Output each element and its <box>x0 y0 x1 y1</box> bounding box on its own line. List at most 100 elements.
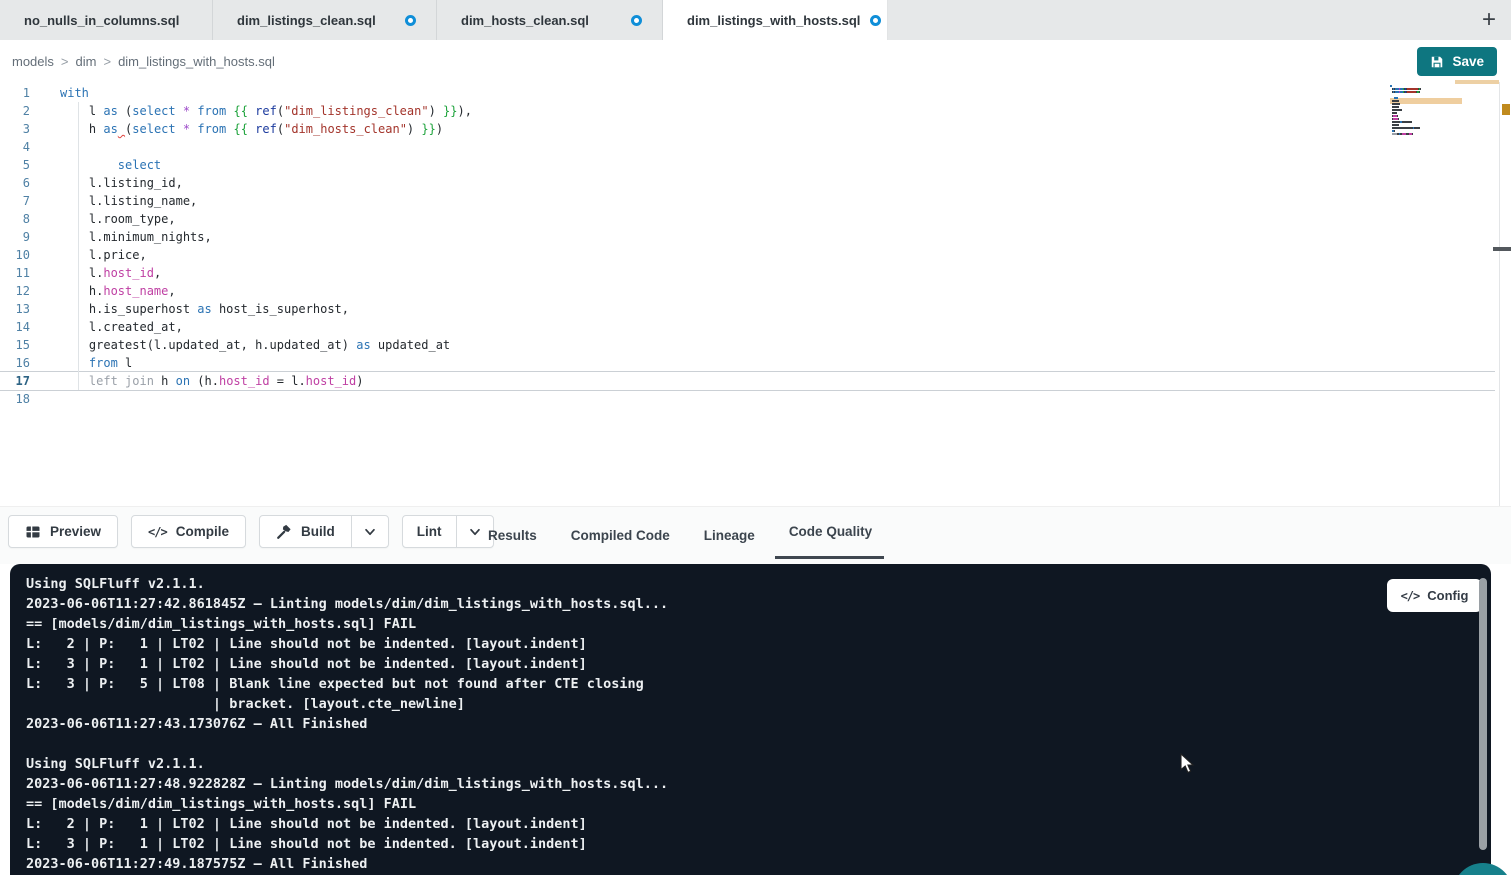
breadcrumb-item-models[interactable]: models <box>12 54 54 69</box>
code-icon: </> <box>148 525 167 539</box>
code-line[interactable]: 6 l.listing_id, <box>0 174 1495 192</box>
code-text: h as (select * from {{ ref("dim_hosts_cl… <box>30 120 443 138</box>
breadcrumb-bar: models > dim > dim_listings_with_hosts.s… <box>0 40 1511 82</box>
code-line[interactable]: 10 l.price, <box>0 246 1495 264</box>
mouse-cursor <box>1180 753 1196 775</box>
minimap-line <box>1390 124 1466 126</box>
breadcrumb-item-dim[interactable]: dim <box>76 54 97 69</box>
minimap-line <box>1390 88 1466 90</box>
line-number: 18 <box>0 390 30 408</box>
save-label: Save <box>1452 54 1484 69</box>
terminal-line: 2023-06-06T11:27:42.861845Z — Linting mo… <box>26 594 1491 614</box>
code-line[interactable]: 16 from l <box>0 354 1495 372</box>
code-rows: 1with2 l as (select * from {{ ref("dim_l… <box>0 84 1511 408</box>
code-line[interactable]: 2 l as (select * from {{ ref("dim_listin… <box>0 102 1495 120</box>
code-line[interactable]: 7 l.listing_name, <box>0 192 1495 210</box>
code-text: l.listing_name, <box>30 192 197 210</box>
file-tab-dim-listings-clean[interactable]: dim_listings_clean.sql <box>213 0 437 40</box>
terminal-line: L: 2 | P: 1 | LT02 | Line should not be … <box>26 814 1491 834</box>
tab-code-quality[interactable]: Code Quality <box>789 524 872 539</box>
line-number: 9 <box>0 228 30 246</box>
lint-button[interactable]: Lint <box>402 515 494 548</box>
code-line[interactable]: 11 l.host_id, <box>0 264 1495 282</box>
minimap-line <box>1390 130 1466 132</box>
code-line[interactable]: 13 h.is_superhost as host_is_superhost, <box>0 300 1495 318</box>
code-text: l.price, <box>30 246 147 264</box>
code-line[interactable]: 1with <box>0 84 1495 102</box>
file-tab-dim-listings-with-hosts[interactable]: dim_listings_with_hosts.sql <box>663 0 888 40</box>
preview-button[interactable]: Preview <box>8 515 118 548</box>
compile-button[interactable]: </> Compile <box>131 515 246 548</box>
minimap-line <box>1390 94 1466 96</box>
code-line[interactable]: 8 l.room_type, <box>0 210 1495 228</box>
code-line[interactable]: 9 l.minimum_nights, <box>0 228 1495 246</box>
line-number: 5 <box>0 156 30 174</box>
terminal-line: Using SQLFluff v2.1.1. <box>26 574 1491 594</box>
minimap-line <box>1390 115 1466 117</box>
file-tab-label: dim_hosts_clean.sql <box>461 13 589 28</box>
line-number: 2 <box>0 102 30 120</box>
code-line[interactable]: 12 h.host_name, <box>0 282 1495 300</box>
line-number: 12 <box>0 282 30 300</box>
code-text: h.host_name, <box>30 282 176 300</box>
file-tab-no-nulls-in-columns[interactable]: no_nulls_in_columns.sql <box>0 0 213 40</box>
file-tab-bar: no_nulls_in_columns.sql dim_listings_cle… <box>0 0 1511 40</box>
preview-label: Preview <box>50 524 101 539</box>
compile-label: Compile <box>176 524 229 539</box>
code-text: greatest(l.updated_at, h.updated_at) as … <box>30 336 450 354</box>
code-text: from l <box>30 354 132 372</box>
code-icon: </> <box>1401 589 1420 603</box>
scrollbar-thumb[interactable] <box>1493 247 1511 251</box>
line-number: 6 <box>0 174 30 192</box>
lint-dropdown-button[interactable] <box>456 516 493 547</box>
line-number: 16 <box>0 354 30 372</box>
build-dropdown-button[interactable] <box>351 516 388 547</box>
code-line[interactable]: 14 l.created_at, <box>0 318 1495 336</box>
code-text: select <box>30 156 161 174</box>
tab-compiled-code[interactable]: Compiled Code <box>571 528 670 543</box>
code-line[interactable]: 15 greatest(l.updated_at, h.updated_at) … <box>0 336 1495 354</box>
code-line[interactable]: 18 <box>0 390 1495 408</box>
config-button[interactable]: </> Config <box>1387 579 1482 612</box>
code-line[interactable]: 5 select <box>0 156 1495 174</box>
terminal-line: L: 3 | P: 1 | LT02 | Line should not be … <box>26 654 1491 674</box>
line-number: 11 <box>0 264 30 282</box>
minimap[interactable] <box>1390 85 1466 139</box>
action-toolbar: Preview </> Compile Build <box>0 506 1511 564</box>
file-tab-label: no_nulls_in_columns.sql <box>24 13 179 28</box>
file-tab-label: dim_listings_with_hosts.sql <box>687 13 860 28</box>
modified-dot-icon <box>870 15 881 26</box>
editor-scrollbar[interactable] <box>1499 82 1511 506</box>
terminal-lines: Using SQLFluff v2.1.1.2023-06-06T11:27:4… <box>26 574 1491 874</box>
terminal-line <box>26 734 1491 754</box>
code-editor[interactable]: 1with2 l as (select * from {{ ref("dim_l… <box>0 82 1511 506</box>
terminal-line: | bracket. [layout.cte_newline] <box>26 694 1491 714</box>
code-text: with <box>30 84 89 102</box>
tab-results[interactable]: Results <box>488 528 537 543</box>
save-button[interactable]: Save <box>1417 47 1497 76</box>
file-tab-dim-hosts-clean[interactable]: dim_hosts_clean.sql <box>437 0 663 40</box>
chevron-down-icon <box>468 525 482 539</box>
terminal-line: == [models/dim/dim_listings_with_hosts.s… <box>26 614 1491 634</box>
line-number: 15 <box>0 336 30 354</box>
toolbar-buttons: Preview </> Compile Build <box>8 515 494 548</box>
build-button[interactable]: Build <box>259 515 389 548</box>
breadcrumb-item-file: dim_listings_with_hosts.sql <box>118 54 275 69</box>
code-line[interactable]: 17 left join h on (h.host_id = l.host_id… <box>0 372 1495 390</box>
code-text: left join h on (h.host_id = l.host_id) <box>30 372 363 390</box>
code-line[interactable]: 4 <box>0 138 1495 156</box>
line-number: 7 <box>0 192 30 210</box>
line-number: 1 <box>0 84 30 102</box>
code-line[interactable]: 3 h as (select * from {{ ref("dim_hosts_… <box>0 120 1495 138</box>
line-number: 14 <box>0 318 30 336</box>
lint-output-terminal[interactable]: Using SQLFluff v2.1.1.2023-06-06T11:27:4… <box>10 564 1491 875</box>
minimap-line <box>1390 91 1466 93</box>
new-tab-button[interactable]: + <box>1467 0 1511 40</box>
code-text: l.host_id, <box>30 264 161 282</box>
code-text: l.room_type, <box>30 210 176 228</box>
lint-label: Lint <box>417 524 442 539</box>
terminal-line: == [models/dim/dim_listings_with_hosts.s… <box>26 794 1491 814</box>
modified-dot-icon <box>405 15 416 26</box>
tab-lineage[interactable]: Lineage <box>704 528 755 543</box>
terminal-scrollbar-thumb[interactable] <box>1479 578 1487 850</box>
